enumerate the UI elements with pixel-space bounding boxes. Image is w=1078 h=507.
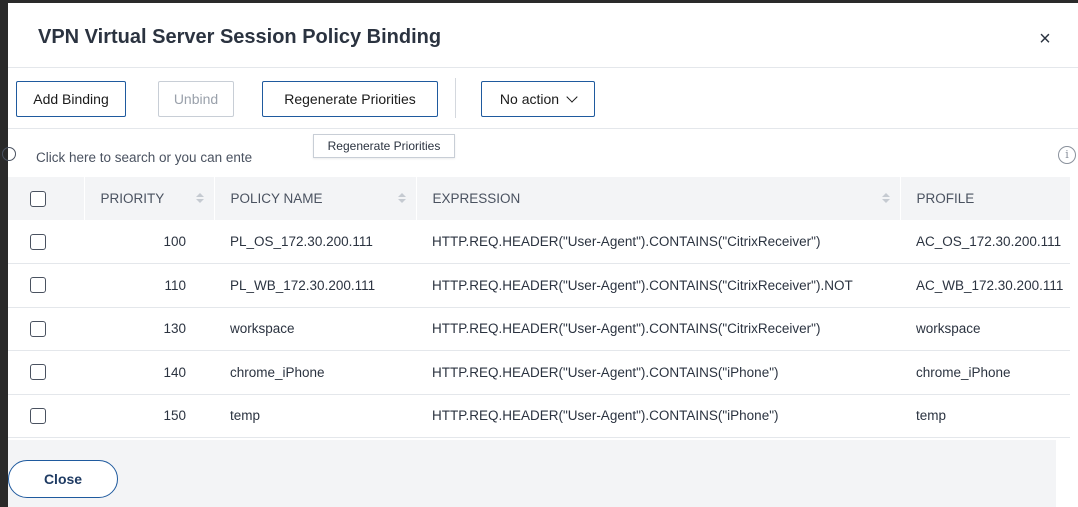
- priority-cell: 150: [163, 408, 186, 424]
- profile-cell: AC_OS_172.30.200.111: [916, 234, 1062, 249]
- profile-cell: workspace: [916, 321, 981, 337]
- priority-cell: 110: [164, 277, 186, 293]
- expression-cell: HTTP.REQ.HEADER("User-Agent").CONTAINS("…: [432, 234, 821, 249]
- action-select[interactable]: No action: [481, 81, 595, 117]
- toolbar: Add Binding Unbind Regenerate Priorities…: [8, 67, 1078, 129]
- row-select-cell: [8, 351, 84, 395]
- row-checkbox[interactable]: [30, 233, 46, 250]
- close-button-label: Close: [43, 471, 83, 487]
- policy-name-cell: workspace: [230, 321, 295, 337]
- bindings-table: PRIORITY POLICY NAME EXPRESSION PROFILE …: [8, 177, 1070, 439]
- right-rail: [1056, 440, 1078, 507]
- table-row[interactable]: 100 PL_OS_172.30.200.111 HTTP.REQ.HEADER…: [8, 220, 1070, 264]
- select-all-cell: [8, 177, 85, 220]
- chevron-down-icon: [566, 90, 578, 103]
- policy-name-cell: PL_OS_172.30.200.111: [230, 234, 373, 249]
- row-select-cell: [8, 307, 84, 351]
- priority-cell: 140: [163, 364, 186, 380]
- dialog-footer: Close: [8, 440, 1070, 507]
- table-row[interactable]: 150 temp HTTP.REQ.HEADER("User-Agent").C…: [8, 394, 1070, 438]
- regenerate-priorities-button[interactable]: Regenerate Priorities: [262, 81, 438, 117]
- column-label: PROFILE: [916, 191, 975, 206]
- unbind-button[interactable]: Unbind: [158, 81, 234, 117]
- column-label: EXPRESSION: [432, 191, 521, 206]
- policy-name-cell: chrome_iPhone: [230, 364, 325, 380]
- table-header-row: PRIORITY POLICY NAME EXPRESSION PROFILE: [8, 177, 1070, 220]
- expression-cell: HTTP.REQ.HEADER("User-Agent").CONTAINS("…: [432, 364, 779, 380]
- add-binding-label: Add Binding: [33, 91, 109, 107]
- priority-cell: 130: [163, 321, 186, 337]
- expression-cell: HTTP.REQ.HEADER("User-Agent").CONTAINS("…: [432, 408, 779, 424]
- regenerate-tooltip: Regenerate Priorities: [313, 134, 455, 158]
- column-header-policy-name[interactable]: POLICY NAME: [214, 177, 417, 220]
- row-checkbox[interactable]: [30, 320, 46, 337]
- column-header-priority[interactable]: PRIORITY: [84, 177, 215, 220]
- column-header-profile[interactable]: PROFILE: [900, 177, 1070, 220]
- row-select-cell: [8, 394, 84, 438]
- info-icon[interactable]: i: [1058, 146, 1076, 164]
- search-bar: i: [2, 136, 1078, 176]
- search-icon: [2, 147, 16, 161]
- action-select-value: No action: [499, 91, 560, 107]
- add-binding-button[interactable]: Add Binding: [16, 81, 126, 117]
- row-checkbox[interactable]: [30, 277, 46, 294]
- sort-icon: [195, 193, 204, 205]
- policy-binding-dialog: VPN Virtual Server Session Policy Bindin…: [0, 0, 1078, 507]
- profile-cell: chrome_iPhone: [916, 364, 1011, 380]
- priority-cell: 100: [163, 234, 186, 249]
- profile-cell: AC_WB_172.30.200.111: [916, 277, 1064, 293]
- policy-name-cell: PL_WB_172.30.200.111: [230, 277, 376, 293]
- table-row[interactable]: 140 chrome_iPhone HTTP.REQ.HEADER("User-…: [8, 350, 1070, 395]
- toolbar-divider: [455, 78, 456, 118]
- expression-cell: HTTP.REQ.HEADER("User-Agent").CONTAINS("…: [432, 321, 821, 337]
- column-label: POLICY NAME: [230, 191, 323, 206]
- window-edge-left: [0, 0, 8, 507]
- sort-icon: [881, 193, 890, 205]
- policy-name-cell: temp: [230, 408, 261, 424]
- column-label: PRIORITY: [100, 191, 165, 206]
- window-edge-top: [0, 0, 1078, 3]
- dialog-title: VPN Virtual Server Session Policy Bindin…: [38, 26, 442, 48]
- table-row[interactable]: 110 PL_WB_172.30.200.111 HTTP.REQ.HEADER…: [8, 263, 1070, 308]
- close-button[interactable]: Close: [8, 460, 118, 498]
- row-checkbox[interactable]: [30, 364, 46, 381]
- regenerate-priorities-label: Regenerate Priorities: [284, 91, 416, 107]
- expression-cell: HTTP.REQ.HEADER("User-Agent").CONTAINS("…: [432, 277, 853, 293]
- row-checkbox[interactable]: [30, 407, 46, 424]
- table-row[interactable]: 130 workspace HTTP.REQ.HEADER("User-Agen…: [8, 307, 1070, 351]
- column-header-expression[interactable]: EXPRESSION: [416, 177, 901, 220]
- search-input[interactable]: [36, 146, 286, 168]
- row-select-cell: [8, 220, 84, 264]
- select-all-checkbox[interactable]: [30, 190, 46, 207]
- profile-cell: temp: [916, 408, 947, 424]
- sort-icon: [397, 193, 406, 205]
- close-icon[interactable]: ×: [1036, 29, 1054, 49]
- unbind-label: Unbind: [173, 91, 219, 107]
- row-select-cell: [8, 264, 84, 308]
